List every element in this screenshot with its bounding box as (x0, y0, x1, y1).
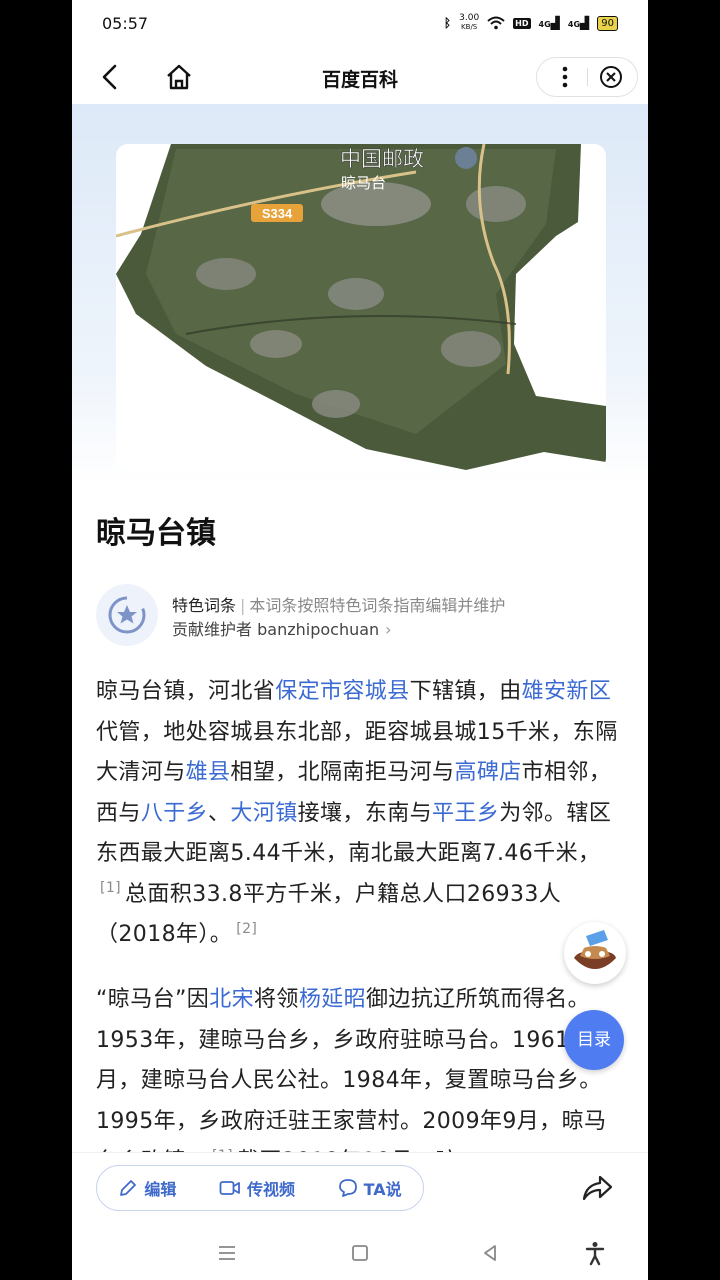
network-speed-value: 3.00 (459, 13, 480, 23)
signal-2: 4G▟ (567, 16, 590, 30)
article-link[interactable]: 容城县 (342, 679, 409, 704)
chevron-right-icon: › (385, 620, 392, 639)
featured-desc: 本词条按照特色词条指南编辑并维护 (249, 596, 506, 615)
paragraph-text: 将领 (254, 987, 299, 1012)
paragraph-text: 下辖镇，由 (409, 679, 522, 704)
video-icon (219, 1181, 240, 1195)
hero-header: S334 中国邮政 晾马台 (72, 104, 648, 484)
edit-button[interactable]: 编辑 (118, 1176, 176, 1200)
battery-icon: 90 (597, 15, 618, 31)
article-link[interactable]: 大河镇 (230, 801, 297, 826)
close-icon[interactable] (597, 64, 625, 90)
article-link[interactable]: 高碑店 (454, 760, 521, 785)
title-bar: 百度百科 (72, 50, 648, 104)
mascot-icon (574, 930, 616, 969)
badge-separator: | (240, 596, 246, 615)
home-icon[interactable] (164, 62, 194, 92)
maintainer-prefix: 贡献维护者 (172, 620, 253, 639)
signal-1: 4G▟ (538, 16, 560, 30)
ta-say-button[interactable]: TA说 (338, 1176, 402, 1200)
upload-video-button[interactable]: 传视频 (219, 1176, 295, 1200)
bluetooth-icon: ᛒ (443, 16, 452, 30)
map-label-post: 中国邮政 (340, 147, 424, 171)
edit-label: 编辑 (144, 1180, 177, 1199)
status-time: 05:57 (102, 14, 149, 33)
citation-ref[interactable]: [2] (236, 921, 257, 937)
paragraph-text: 相望，北隔南拒马河与 (230, 760, 455, 785)
home-square-icon[interactable] (347, 1240, 373, 1266)
pencil-icon (120, 1180, 137, 1196)
network-speed: 3.00 KB/S (459, 14, 479, 32)
battery-level: 90 (601, 17, 614, 29)
chat-bubble-icon (338, 1179, 357, 1197)
action-pill: 编辑 传视频 TA说 (96, 1165, 424, 1211)
capsule-menu (536, 57, 638, 97)
mascot-button[interactable] (564, 922, 626, 984)
capsule-divider (587, 68, 588, 86)
article-heading: 晾马台镇 (96, 516, 216, 551)
toc-button[interactable]: 目录 (564, 1010, 624, 1070)
back-icon[interactable] (96, 62, 126, 92)
paragraph-intro: 晾马台镇，河北省保定市容城县下辖镇，由雄安新区代管，地处容城县东北部，距容城县城… (96, 672, 624, 956)
article-link[interactable]: 八于乡 (141, 801, 208, 826)
featured-label: 特色词条 (172, 596, 237, 615)
system-nav-bar (72, 1228, 648, 1280)
article-link[interactable]: 保定市 (275, 679, 342, 704)
hd-badge: HD (513, 17, 531, 29)
map-image[interactable]: S334 中国邮政 晾马台 (116, 144, 606, 470)
post-icon (455, 147, 477, 169)
back-triangle-icon[interactable] (477, 1240, 503, 1266)
bottom-action-bar: 编辑 传视频 TA说 (72, 1152, 648, 1229)
paragraph-text: 晾马台镇，河北省 (96, 679, 276, 704)
maintainer-line[interactable]: 贡献维护者 banzhipochuan › (172, 616, 392, 640)
phone-screen: 05:57 ᛒ 3.00 KB/S HD 4G▟ 4G▟ 90 百度百科 S33… (72, 0, 648, 1280)
upload-video-label: 传视频 (246, 1180, 295, 1199)
featured-badge-icon (96, 584, 158, 646)
satellite-map: S334 中国邮政 晾马台 (116, 144, 606, 470)
menu-icon[interactable] (214, 1240, 240, 1266)
wifi-icon (487, 16, 505, 30)
article-link[interactable]: 北宋 (209, 987, 254, 1012)
map-label-road: S334 (262, 206, 293, 221)
more-icon[interactable] (551, 64, 579, 90)
signal-2-label: 4G (567, 20, 581, 29)
maintainer-name: banzhipochuan (257, 620, 380, 639)
featured-badge-line[interactable]: 特色词条 | 本词条按照特色词条指南编辑并维护 (172, 592, 505, 616)
share-icon[interactable] (580, 1171, 614, 1205)
article-link[interactable]: 雄安新区 (522, 679, 612, 704)
status-bar: 05:57 ᛒ 3.00 KB/S HD 4G▟ 4G▟ 90 (72, 0, 648, 50)
map-label-town: 晾马台 (341, 174, 386, 192)
paragraph-history: “晾马台”因北宋将领杨延昭御边抗辽所筑而得名。1953年，建晾马台乡，乡政府驻晾… (96, 980, 624, 1152)
paragraph-text: 、 (208, 800, 231, 826)
paragraph-text: “晾马台”因 (96, 987, 210, 1012)
article-link[interactable]: 雄县 (186, 760, 231, 785)
accessibility-icon[interactable] (582, 1240, 608, 1266)
paragraph-text: 总面积33.8平方千米，户籍总人口26933人（2018年）。 (96, 881, 562, 948)
ta-say-label: TA说 (363, 1180, 402, 1199)
signal-1-label: 4G (538, 20, 551, 29)
citation-ref[interactable]: [1] (100, 880, 121, 896)
article-link[interactable]: 平王乡 (432, 801, 499, 826)
article-link[interactable]: 杨延昭 (299, 987, 366, 1012)
status-icons: ᛒ 3.00 KB/S HD 4G▟ 4G▟ 90 (444, 14, 618, 32)
paragraph-text: 接壤，东南与 (297, 800, 433, 826)
network-speed-unit: KB/S (461, 23, 478, 31)
